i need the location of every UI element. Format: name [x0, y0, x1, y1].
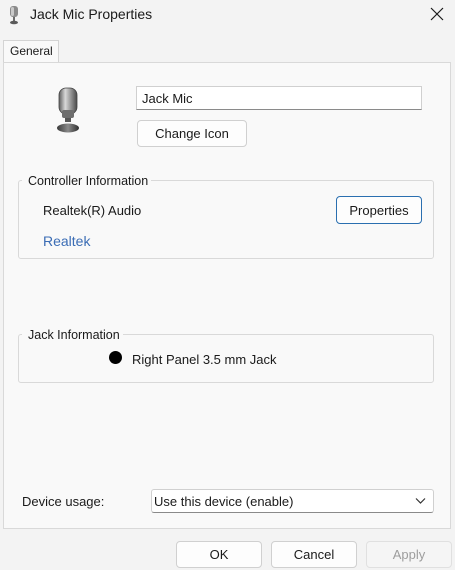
device-usage-selected-value: Use this device (enable)	[154, 494, 294, 509]
device-usage-select[interactable]: Use this device (enable)	[151, 489, 434, 513]
cancel-button[interactable]: Cancel	[271, 541, 357, 568]
close-icon	[430, 7, 444, 21]
device-name-input[interactable]	[136, 86, 422, 110]
controller-information-legend: Controller Information	[22, 174, 152, 188]
device-usage-label: Device usage:	[22, 494, 105, 509]
controller-name: Realtek(R) Audio	[43, 203, 142, 218]
jack-information-legend: Jack Information	[22, 328, 123, 342]
controller-vendor-link[interactable]: Realtek	[43, 233, 90, 249]
microphone-icon	[57, 87, 79, 133]
tab-general[interactable]: General	[3, 40, 59, 62]
chevron-down-icon	[415, 498, 426, 504]
properties-button[interactable]: Properties	[336, 196, 422, 224]
properties-dialog: Jack Mic Properties General Jack Mic Cha…	[0, 0, 455, 570]
microphone-icon	[10, 6, 18, 25]
change-icon-button[interactable]: Change Icon	[137, 120, 247, 147]
apply-button[interactable]: Apply	[366, 541, 452, 568]
jack-color-indicator	[109, 351, 122, 364]
title-bar: Jack Mic Properties	[0, 0, 455, 30]
window-title: Jack Mic Properties	[30, 6, 153, 22]
ok-button[interactable]: OK	[176, 541, 262, 568]
close-button[interactable]	[421, 0, 453, 28]
jack-location-label: Right Panel 3.5 mm Jack	[132, 352, 277, 367]
